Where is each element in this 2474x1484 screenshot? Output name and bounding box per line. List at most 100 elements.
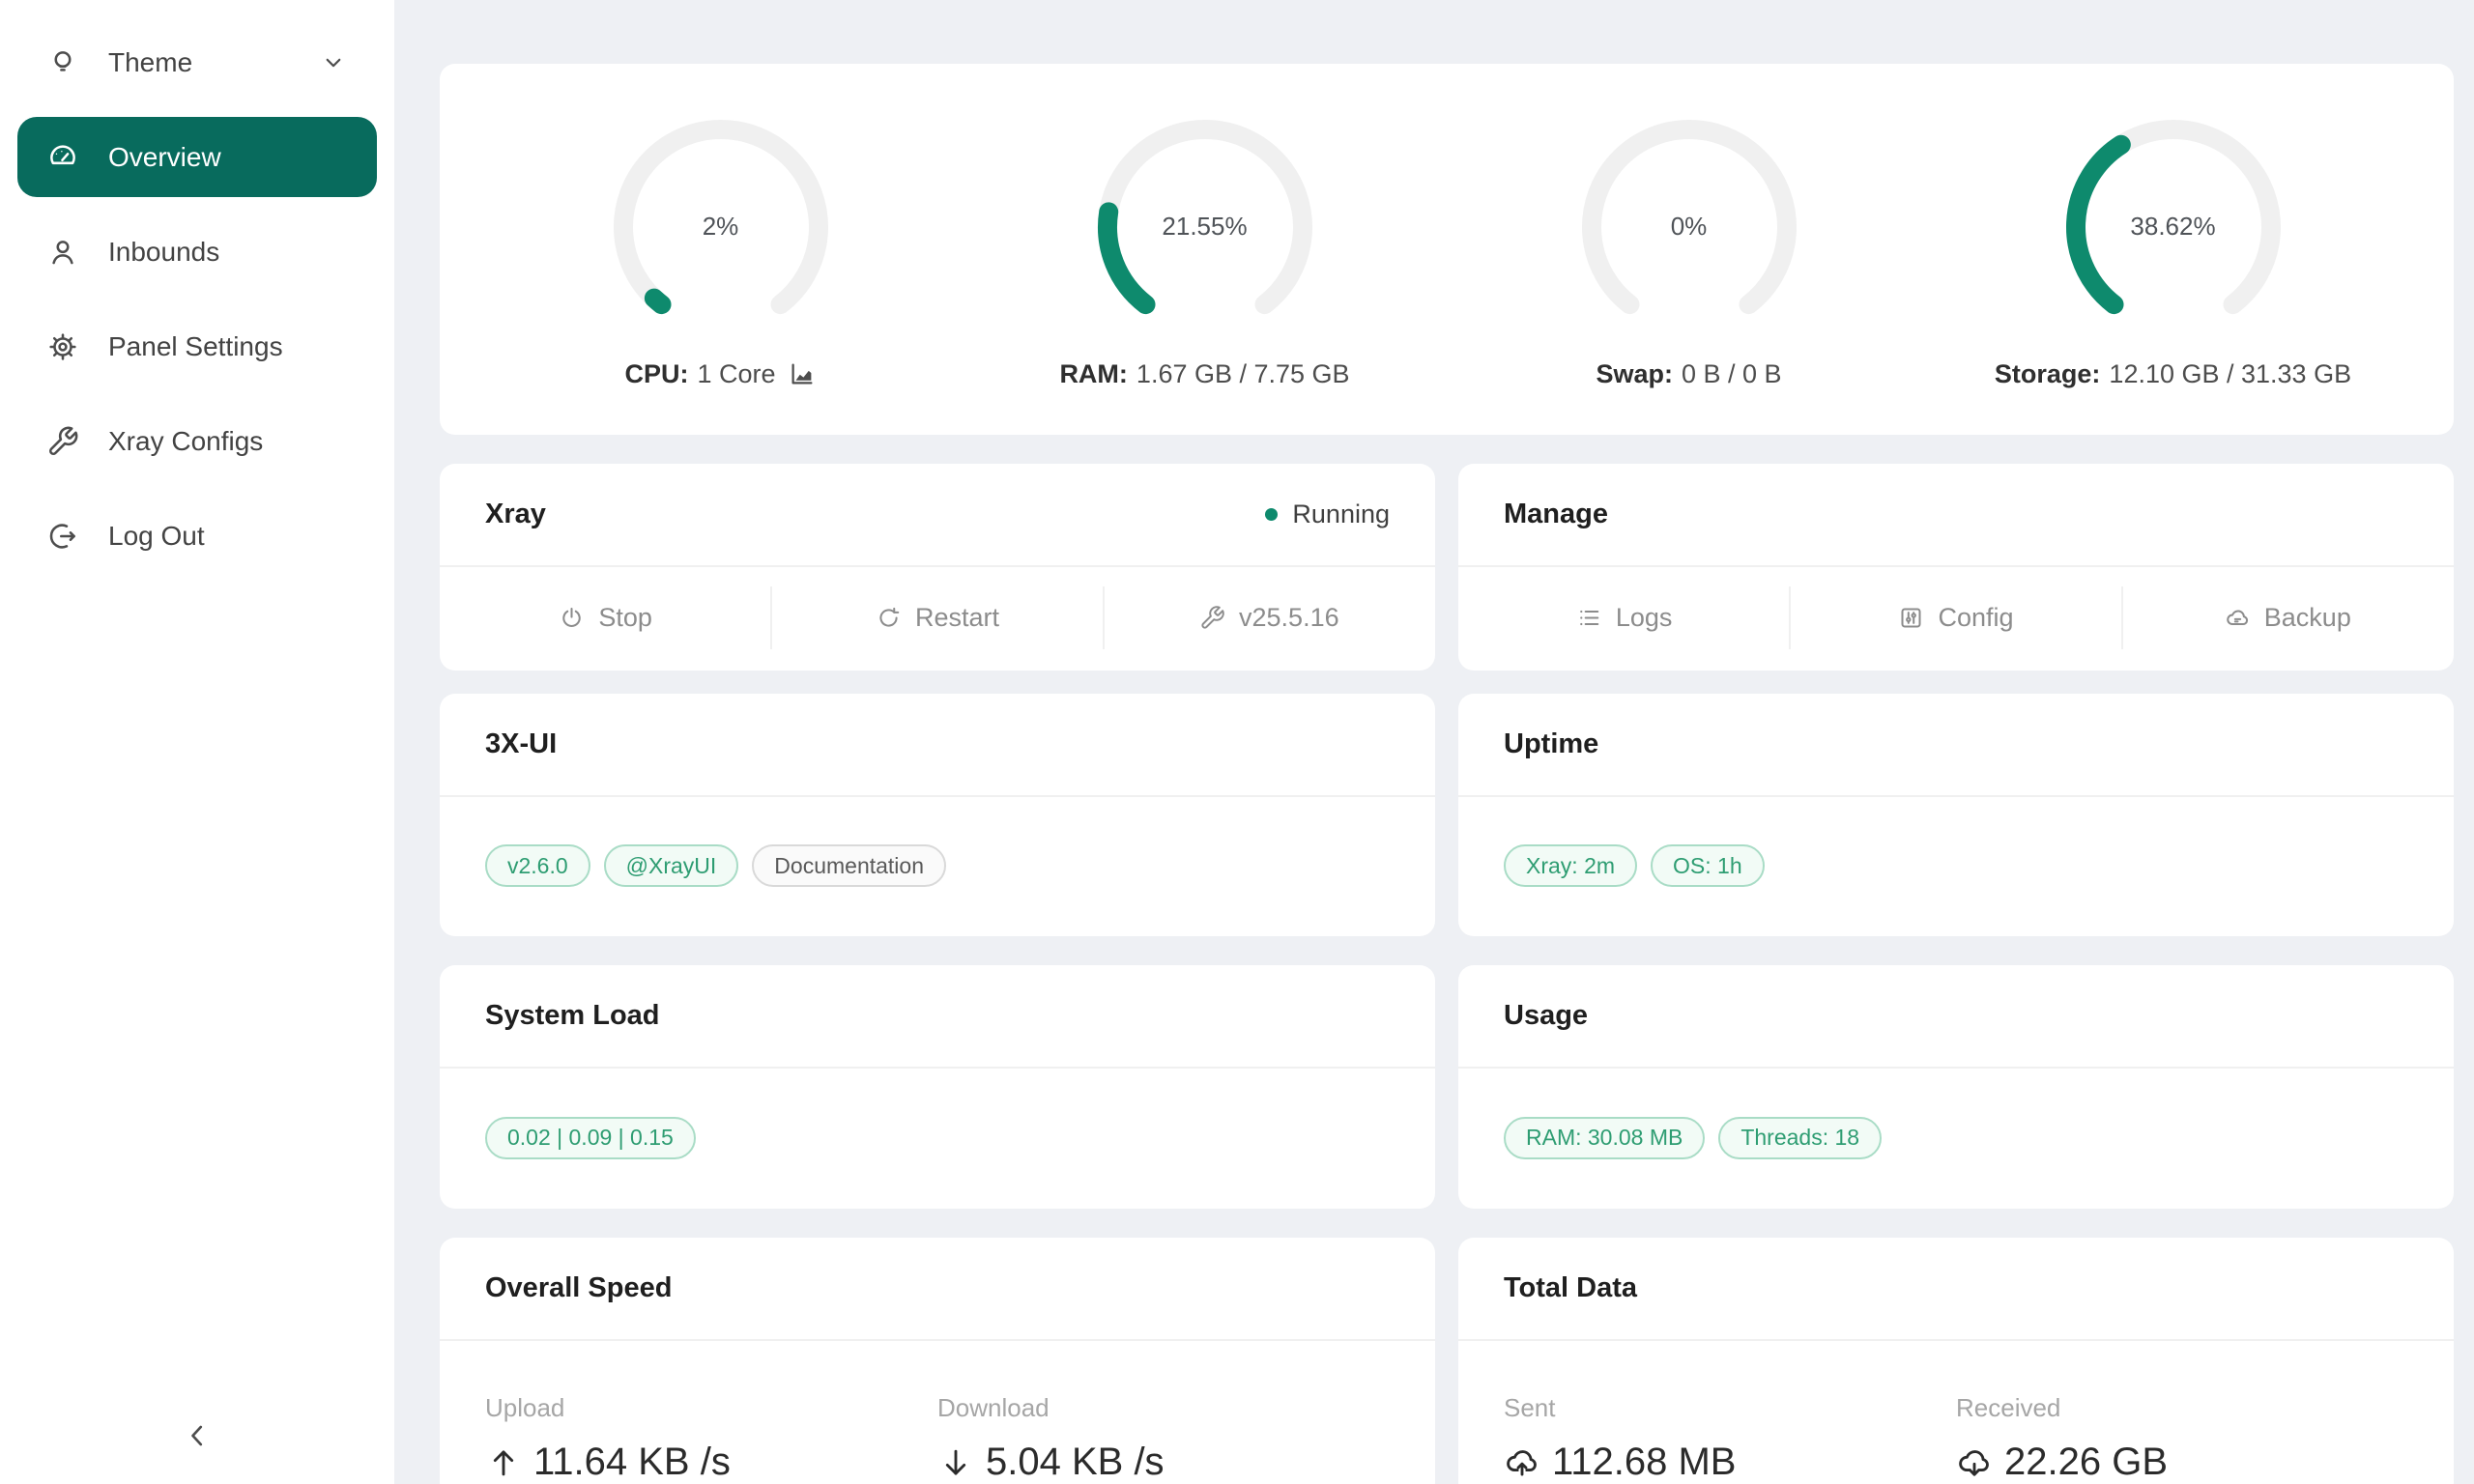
- xray-stop-button[interactable]: Stop: [440, 567, 771, 669]
- sidebar-item-label: Log Out: [108, 521, 348, 552]
- ram-label-value: 1.67 GB / 7.75 GB: [1136, 359, 1350, 389]
- sidebar-collapse-button[interactable]: [0, 1407, 394, 1465]
- arrow-up-icon: [485, 1444, 522, 1481]
- sidebar-item-label: Theme: [108, 47, 319, 78]
- manage-config-button[interactable]: Config: [1790, 567, 2121, 669]
- download-stat: Download 5.04 KB /s: [937, 1393, 1435, 1484]
- gauge-swap: 0% Swap: 0 B / 0 B: [1447, 110, 1931, 389]
- telegram-tag[interactable]: @XrayUI: [604, 844, 739, 887]
- uptime-card-body: Xray: 2m OS: 1h: [1458, 797, 2454, 934]
- os-uptime-tag: OS: 1h: [1651, 844, 1765, 887]
- system-load-card-title: System Load: [485, 1000, 660, 1032]
- received-stat-label: Received: [1956, 1393, 2454, 1423]
- sidebar-item-panel-settings[interactable]: Panel Settings: [17, 306, 377, 386]
- wrench-icon: [1199, 605, 1225, 631]
- received-stat: Received 22.26 GB: [1956, 1393, 2454, 1484]
- upload-stat-label: Upload: [485, 1393, 937, 1423]
- cpu-label-bold: CPU:: [624, 359, 688, 389]
- uptime-card: Uptime Xray: 2m OS: 1h: [1458, 694, 2454, 936]
- total-data-card-title: Total Data: [1504, 1272, 1637, 1304]
- manage-actions: Logs Config: [1458, 567, 2454, 669]
- cloud-upload-icon: [1504, 1444, 1540, 1481]
- action-label: Stop: [598, 603, 652, 633]
- list-icon: [1576, 605, 1602, 631]
- storage-label-value: 12.10 GB / 31.33 GB: [2109, 359, 2351, 389]
- wrench-icon: [46, 425, 79, 458]
- documentation-tag[interactable]: Documentation: [752, 844, 946, 887]
- chevron-down-icon: [319, 48, 348, 77]
- cpu-percent: 2%: [604, 110, 838, 344]
- main-content: 2% CPU: 1 Core 21.55%: [394, 0, 2474, 1484]
- cloud-download-icon: [1956, 1444, 1993, 1481]
- arrow-down-icon: [937, 1444, 974, 1481]
- action-label: Restart: [915, 603, 999, 633]
- status-dot: [1265, 508, 1278, 521]
- xray-card-title: Xray: [485, 499, 546, 530]
- sidebar-item-overview[interactable]: Overview: [17, 117, 377, 197]
- swap-label: Swap: 0 B / 0 B: [1596, 359, 1781, 389]
- ram-percent: 21.55%: [1088, 110, 1322, 344]
- xray-actions: Stop Restart v25.5.16: [440, 567, 1435, 669]
- action-label: Logs: [1616, 603, 1673, 633]
- received-stat-value: 22.26 GB: [2004, 1441, 2168, 1484]
- area-chart-icon[interactable]: [788, 359, 817, 388]
- storage-label-bold: Storage:: [1995, 359, 2101, 389]
- chevron-left-icon: [180, 1418, 215, 1453]
- usage-card: Usage RAM: 30.08 MB Threads: 18: [1458, 965, 2454, 1209]
- user-icon: [46, 236, 79, 269]
- sent-stat-value: 112.68 MB: [1552, 1441, 1737, 1484]
- ram-label-bold: RAM:: [1059, 359, 1127, 389]
- cpu-label: CPU: 1 Core: [624, 359, 816, 389]
- manage-card-title: Manage: [1504, 499, 1608, 530]
- storage-label: Storage: 12.10 GB / 31.33 GB: [1995, 359, 2351, 389]
- download-stat-value: 5.04 KB /s: [986, 1441, 1165, 1484]
- ram-label: RAM: 1.67 GB / 7.75 GB: [1059, 359, 1349, 389]
- xray-card: Xray Running Stop: [440, 464, 1435, 671]
- action-label: Config: [1938, 603, 2013, 633]
- cloud-server-icon: [2225, 605, 2251, 631]
- sidebar-item-logout[interactable]: Log Out: [17, 496, 377, 576]
- xray-restart-button[interactable]: Restart: [771, 567, 1103, 669]
- total-data-card: Total Data Sent 112.68 MB: [1458, 1238, 2454, 1484]
- sidebar-item-inbounds[interactable]: Inbounds: [17, 212, 377, 292]
- gear-icon: [46, 330, 79, 363]
- control-sliders-icon: [1898, 605, 1924, 631]
- ram-usage-tag: RAM: 30.08 MB: [1504, 1117, 1705, 1159]
- dashboard-gauge-icon: [46, 141, 79, 174]
- uptime-card-title: Uptime: [1504, 728, 1598, 760]
- sent-stat: Sent 112.68 MB: [1458, 1393, 1956, 1484]
- logout-icon: [46, 520, 79, 553]
- upload-stat-value: 11.64 KB /s: [533, 1441, 731, 1484]
- storage-percent: 38.62%: [2057, 110, 2290, 344]
- upload-stat: Upload 11.64 KB /s: [440, 1393, 937, 1484]
- sidebar-item-label: Xray Configs: [108, 426, 348, 457]
- swap-percent: 0%: [1572, 110, 1806, 344]
- sidebar-item-xray-configs[interactable]: Xray Configs: [17, 401, 377, 481]
- manage-card: Manage Logs: [1458, 464, 2454, 671]
- sidebar-item-theme[interactable]: Theme: [17, 22, 377, 102]
- download-stat-label: Download: [937, 1393, 1435, 1423]
- usage-card-title: Usage: [1504, 1000, 1588, 1032]
- system-load-card-body: 0.02 | 0.09 | 0.15: [440, 1069, 1435, 1207]
- threads-tag: Threads: 18: [1718, 1117, 1882, 1159]
- version-tag[interactable]: v2.6.0: [485, 844, 590, 887]
- sidebar-item-label: Inbounds: [108, 237, 348, 268]
- xui-card-title: 3X-UI: [485, 728, 557, 760]
- gauge-ram: 21.55% RAM: 1.67 GB / 7.75 GB: [963, 110, 1447, 389]
- xray-version-button[interactable]: v25.5.16: [1104, 567, 1435, 669]
- lightbulb-icon: [46, 46, 79, 79]
- manage-logs-button[interactable]: Logs: [1458, 567, 1790, 669]
- swap-label-bold: Swap:: [1596, 359, 1673, 389]
- action-label: Backup: [2264, 603, 2351, 633]
- xui-card-body: v2.6.0 @XrayUI Documentation: [440, 797, 1435, 934]
- sent-stat-label: Sent: [1504, 1393, 1956, 1423]
- manage-backup-button[interactable]: Backup: [2122, 567, 2454, 669]
- overall-speed-card-title: Overall Speed: [485, 1272, 672, 1304]
- usage-card-body: RAM: 30.08 MB Threads: 18: [1458, 1069, 2454, 1207]
- status-text: Running: [1292, 499, 1390, 529]
- system-gauges-card: 2% CPU: 1 Core 21.55%: [440, 64, 2454, 435]
- sidebar: Theme Overview Inbounds: [0, 0, 394, 1484]
- load-average-tag: 0.02 | 0.09 | 0.15: [485, 1117, 696, 1159]
- app-root: Theme Overview Inbounds: [0, 0, 2474, 1484]
- gauge-storage: 38.62% Storage: 12.10 GB / 31.33 GB: [1931, 110, 2415, 389]
